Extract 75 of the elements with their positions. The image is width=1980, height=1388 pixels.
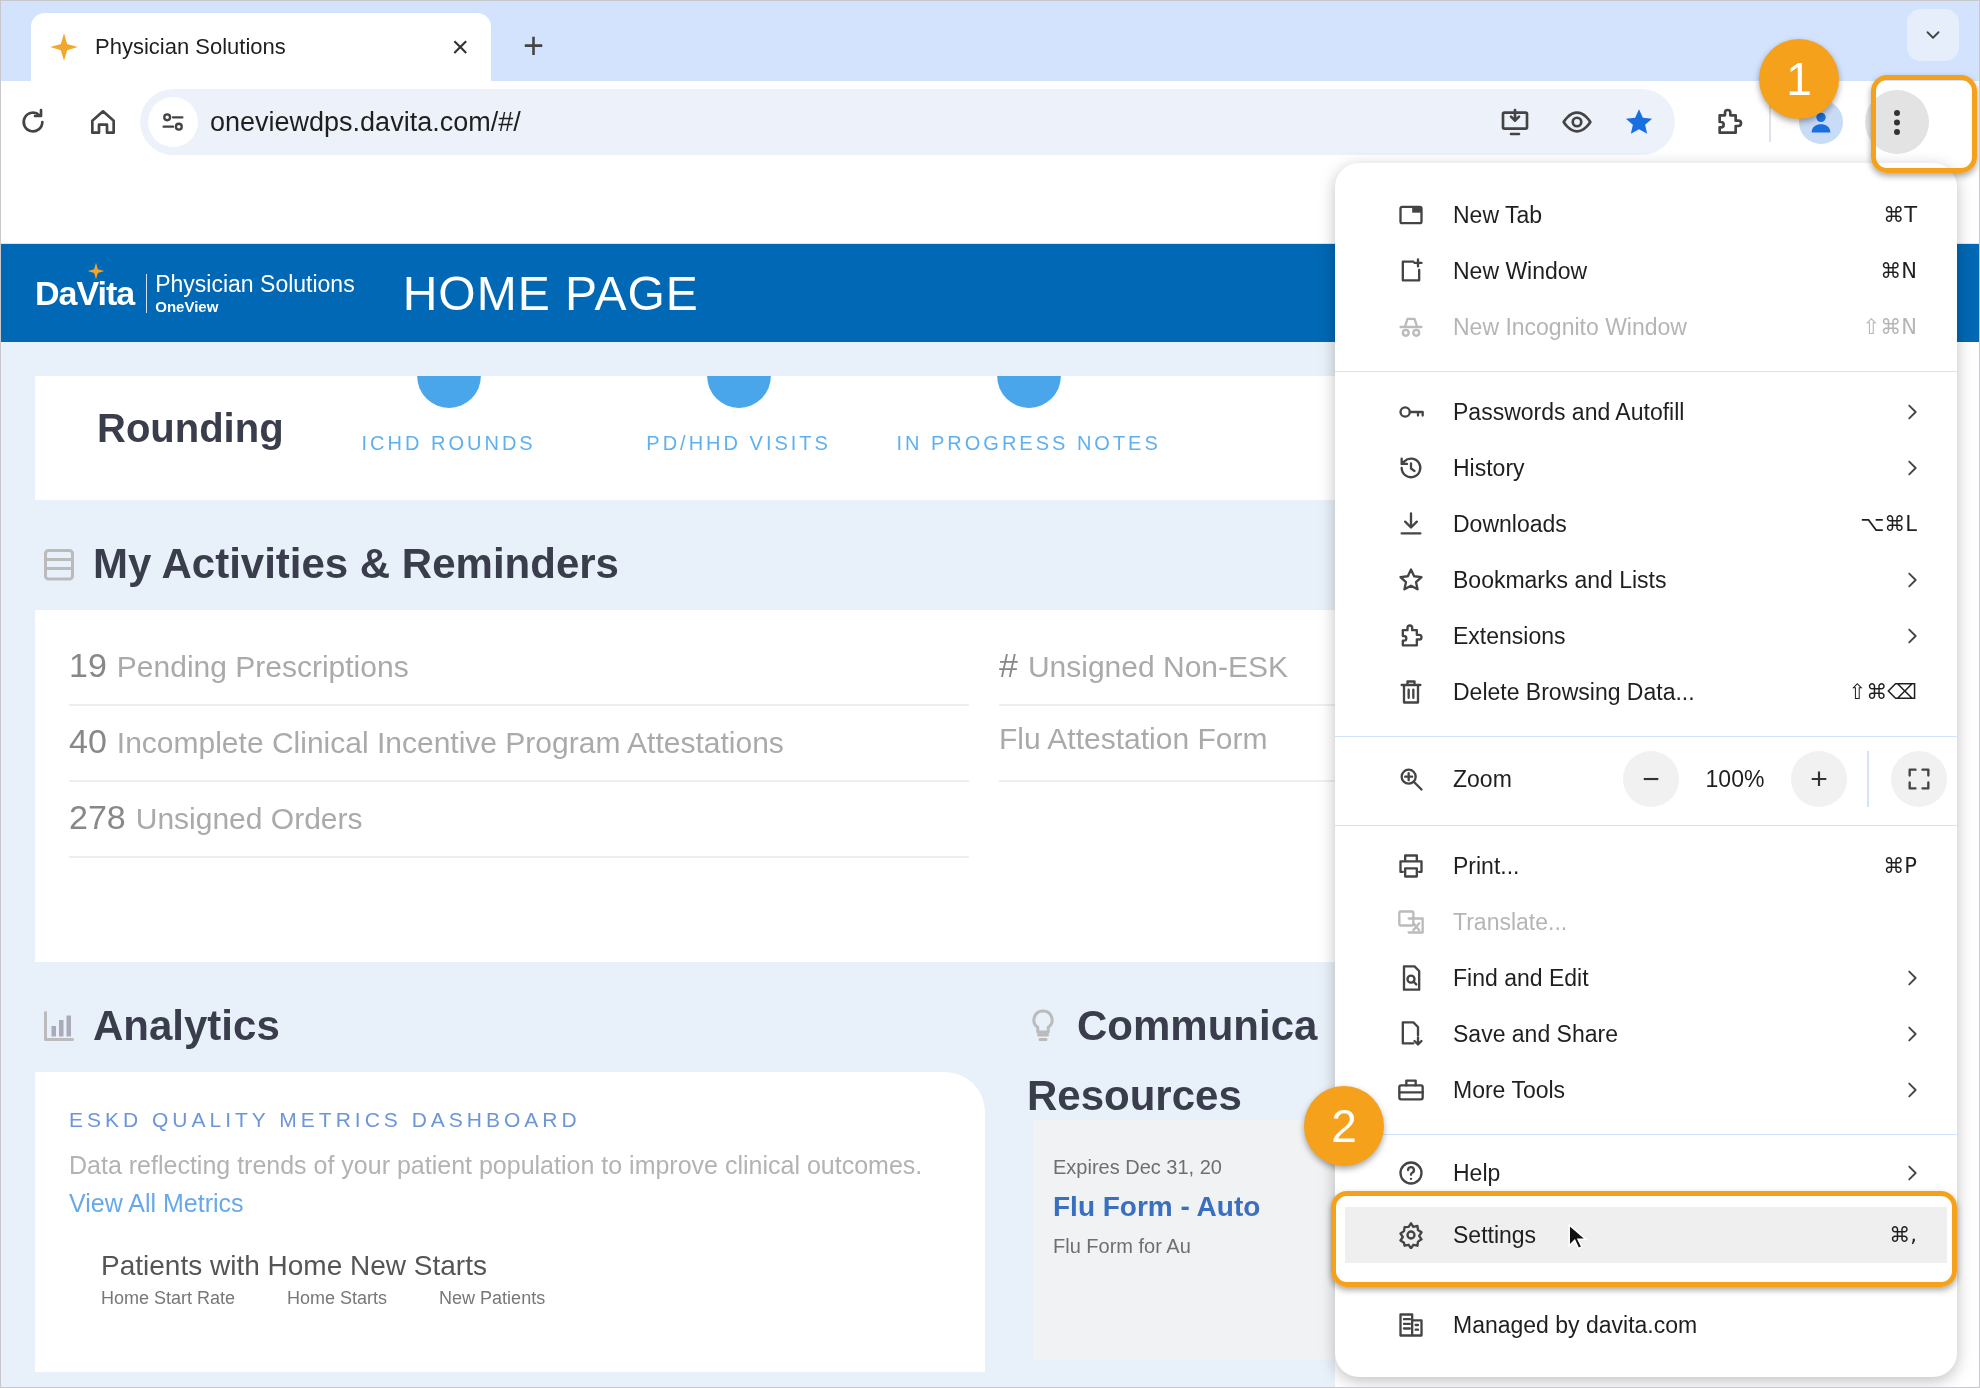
- translate-icon: [1397, 908, 1425, 936]
- chart-title: Patients with Home New Starts: [101, 1250, 488, 1282]
- section-title: My Activities & Reminders: [93, 540, 619, 588]
- menu-item[interactable]: Downloads ⌥⌘L: [1385, 496, 1957, 552]
- legend-label: New Patients: [439, 1288, 546, 1309]
- section-title: Resources: [1027, 1072, 1242, 1119]
- shortcut-text: ⌘P: [1883, 854, 1917, 878]
- star-icon: [87, 261, 105, 280]
- close-button[interactable]: ×: [451, 30, 469, 64]
- menu-label: Zoom: [1453, 765, 1513, 793]
- shortcut-text: ⌥⌘L: [1860, 512, 1917, 536]
- reminder-row[interactable]: 19 Pending Prescriptions: [69, 630, 969, 706]
- menu-item[interactable]: New Window ⌘N: [1385, 243, 1957, 299]
- reminder-count: #: [999, 646, 1018, 685]
- menu-item[interactable]: More Tools: [1385, 1062, 1957, 1118]
- legend-label: Home Starts: [287, 1288, 388, 1309]
- browser-tab[interactable]: Physician Solutions ×: [31, 13, 491, 81]
- shortcut-text: ⇧⌘N: [1862, 315, 1917, 339]
- menu-icon: [1894, 109, 1900, 135]
- reminder-label: Pending Prescriptions: [116, 650, 409, 684]
- product-subtitle: OneView: [155, 298, 220, 315]
- install-icon[interactable]: [1499, 106, 1531, 138]
- resource-text: Flu Form for Au: [1053, 1235, 1192, 1258]
- reminder-count: 19: [69, 646, 107, 685]
- shortcut-text: ⌘,: [1889, 1223, 1917, 1247]
- menu-item[interactable]: New Tab ⌘T: [1385, 187, 1957, 243]
- reminder-row[interactable]: 40 Incomplete Clinical Incentive Program Attestations: [69, 706, 969, 782]
- tab-title: Physician Solutions: [95, 34, 287, 60]
- shortcut-text: ⌘N: [1880, 259, 1917, 283]
- zoom-in-button[interactable]: +: [1791, 751, 1847, 807]
- resource-link[interactable]: Flu Form - Auto: [1053, 1191, 1315, 1223]
- menu-item[interactable]: Bookmarks and Lists: [1385, 552, 1957, 608]
- section-title: Communica: [1077, 1002, 1318, 1050]
- menu-item[interactable]: Help: [1385, 1151, 1957, 1195]
- reminder-count: 40: [69, 722, 107, 761]
- menu-button[interactable]: [1865, 90, 1929, 154]
- menu-item[interactable]: Save and Share: [1385, 1006, 1957, 1062]
- reminder-label: Flu Attestation Form: [999, 722, 1268, 756]
- zoom-out-button[interactable]: −: [1623, 751, 1679, 807]
- reminder-row[interactable]: 278 Unsigned Orders: [69, 782, 969, 858]
- help-icon: [1397, 1159, 1425, 1187]
- zoom-level: 100%: [1704, 765, 1766, 793]
- shortcut-text: ⌘T: [1883, 203, 1917, 227]
- product-name: Physician Solutions: [155, 271, 355, 298]
- page-title: HOME PAGE: [402, 265, 699, 321]
- fullscreen-button[interactable]: [1891, 751, 1947, 807]
- expiry-date: Expires Dec 31, 20: [1053, 1156, 1223, 1179]
- reminder-label: Incomplete Clinical Incentive Program Attestations: [116, 726, 784, 760]
- menu-item[interactable]: History: [1385, 440, 1957, 496]
- menu-item[interactable]: Settings ⌘,: [1345, 1207, 1947, 1263]
- menu-item[interactable]: Delete Browsing Data... ⇧⌘⌫: [1385, 664, 1957, 720]
- cursor-icon: [1567, 1223, 1589, 1251]
- legend-label: Home Start Rate: [101, 1288, 236, 1309]
- section-title: Analytics: [93, 1002, 280, 1050]
- url-text: oneviewdps.davita.com/#/: [210, 106, 521, 138]
- star-icon: [49, 32, 79, 62]
- brand-logo: DaVita: [35, 273, 148, 313]
- building-icon: [1397, 1311, 1425, 1339]
- reminder-label: Unsigned Orders: [135, 802, 363, 836]
- shortcut-text: ⇧⌘⌫: [1848, 680, 1917, 704]
- site-settings-button[interactable]: [148, 97, 198, 147]
- menu-item[interactable]: Find and Edit: [1385, 950, 1957, 1006]
- address-bar[interactable]: oneviewdps.davita.com/#/: [140, 89, 1675, 155]
- section-title: Rounding: [97, 406, 284, 451]
- settings-icon: [1397, 1221, 1425, 1249]
- reminder-label: Unsigned Non-ESK: [1027, 650, 1289, 684]
- menu-item[interactable]: Print... ⌘P: [1385, 838, 1957, 894]
- menu-item[interactable]: Extensions: [1385, 608, 1957, 664]
- reminder-count: 278: [69, 798, 126, 837]
- star-icon: [1397, 566, 1425, 594]
- menu-item[interactable]: Managed by davita.com: [1385, 1297, 1957, 1353]
- menu-item[interactable]: Passwords and Autofill: [1385, 384, 1957, 440]
- new-tab-button[interactable]: +: [523, 25, 545, 67]
- description-text: Data reflecting trends of your patient population to improve clinical outcomes. View All Metrics: [69, 1150, 924, 1219]
- printer-icon: [1397, 852, 1425, 880]
